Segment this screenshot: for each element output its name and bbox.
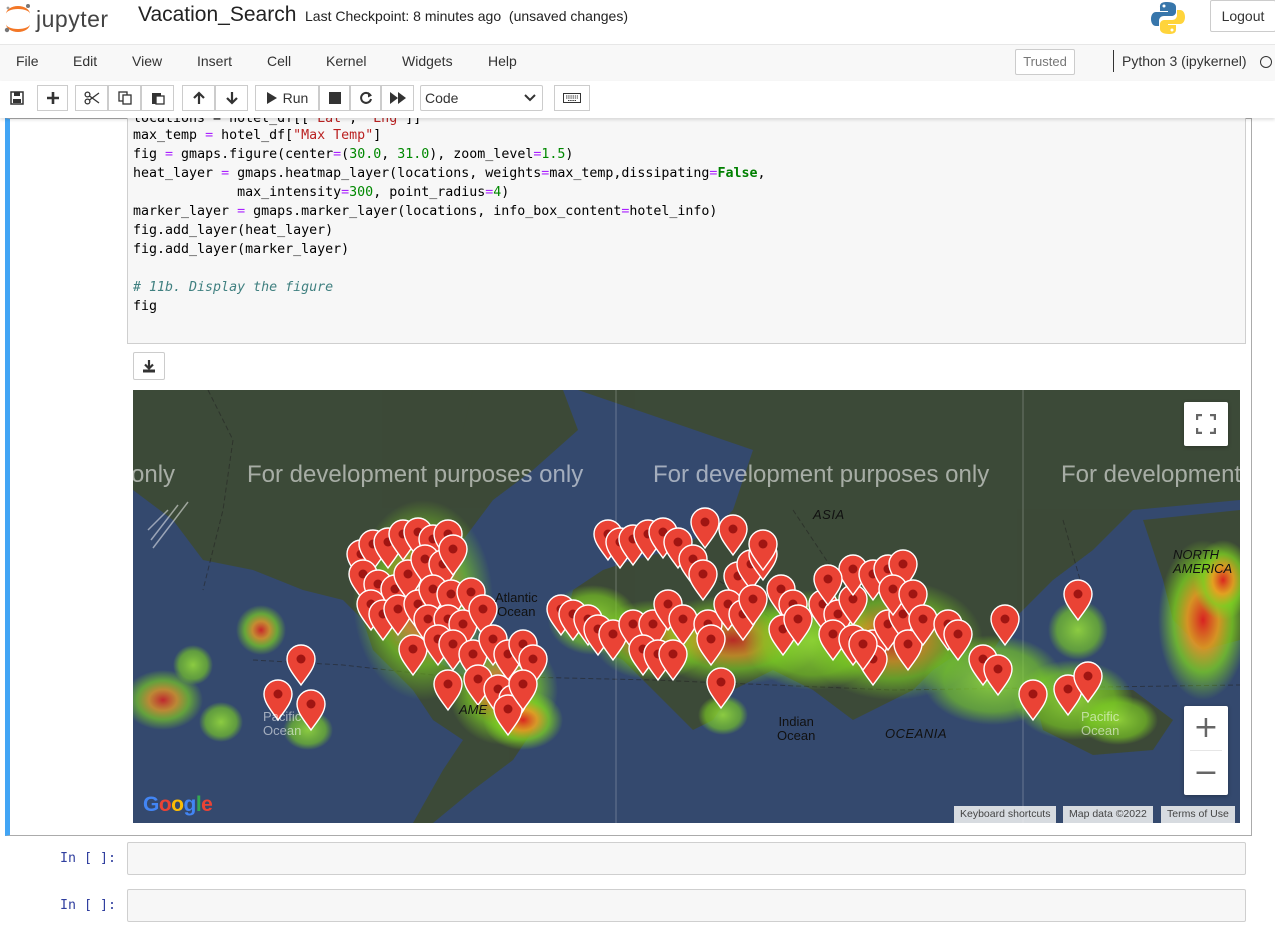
toolbar: Run Code xyxy=(0,81,1275,118)
code-line-2[interactable]: max_temp = hotel_df["Max Temp"] xyxy=(133,126,381,145)
jupyter-logo[interactable]: jupyter xyxy=(2,2,122,33)
python-logo-icon xyxy=(1151,2,1185,34)
menu-file[interactable]: File xyxy=(16,53,39,69)
code-line-11[interactable]: fig xyxy=(133,297,157,316)
checkpoint-status: Last Checkpoint: 8 minutes ago (unsaved … xyxy=(305,8,628,24)
label-north-america: NORTH AMERICA xyxy=(1173,547,1233,576)
label-south-america: AME xyxy=(459,702,488,717)
command-palette-button[interactable] xyxy=(554,85,590,111)
cut-icon xyxy=(83,91,99,105)
paste-icon xyxy=(151,93,165,105)
map-watermark-left: only xyxy=(133,461,176,488)
move-down-button[interactable] xyxy=(215,85,248,111)
menu-insert[interactable]: Insert xyxy=(197,53,232,69)
map-canvas[interactable] xyxy=(133,390,1240,823)
map-watermark-right: For development xyxy=(1061,461,1240,488)
move-down-icon xyxy=(225,92,238,105)
map-watermark: For development purposes only xyxy=(653,461,990,488)
chevron-down-icon xyxy=(524,94,536,102)
run-button[interactable]: Run xyxy=(255,85,319,111)
label-atlantic-ocean: Atlantic Ocean xyxy=(495,590,538,619)
keyboard-shortcuts-link[interactable]: Keyboard shortcuts xyxy=(954,806,1057,823)
copy-button[interactable] xyxy=(108,85,141,111)
label-pacific-ocean-left: Pacific Ocean xyxy=(263,709,302,738)
notebook-header: jupyter Vacation_Search Last Checkpoint:… xyxy=(0,0,1275,44)
checkpoint-text: Last Checkpoint: 8 minutes ago xyxy=(305,8,502,24)
fullscreen-button[interactable] xyxy=(1184,402,1228,446)
code-line-8[interactable]: fig.add_layer(marker_layer) xyxy=(133,240,349,259)
label-oceania: OCEANIA xyxy=(885,726,948,741)
save-icon xyxy=(10,91,24,105)
cell-prompt: In [ ]: xyxy=(60,898,117,913)
add-icon xyxy=(46,92,59,104)
label-pacific-ocean-right: Pacific Ocean xyxy=(1081,709,1120,738)
empty-code-cell[interactable] xyxy=(127,842,1246,875)
code-line-5[interactable]: max_intensity=300, point_radius=4) xyxy=(133,183,509,202)
menu-view[interactable]: View xyxy=(132,53,162,69)
menu-kernel[interactable]: Kernel xyxy=(326,53,366,69)
map-data-attribution[interactable]: Map data ©2022 xyxy=(1063,806,1153,823)
fullscreen-icon xyxy=(1196,414,1216,434)
label-indian-ocean: Indian Ocean xyxy=(777,714,816,743)
jupyter-logo-icon xyxy=(4,4,30,33)
paste-button[interactable] xyxy=(141,85,174,111)
autosave-status: (unsaved changes) xyxy=(508,8,628,24)
menu-help[interactable]: Help xyxy=(488,53,517,69)
move-up-icon xyxy=(192,91,205,104)
kernel-idle-icon xyxy=(1260,56,1272,68)
copy-icon xyxy=(117,91,132,105)
empty-code-cell[interactable] xyxy=(127,889,1246,922)
download-icon xyxy=(143,360,155,373)
zoom-in-button[interactable]: + xyxy=(1184,706,1228,750)
menubar: File Edit View Insert Cell Kernel Widget… xyxy=(0,44,1275,82)
notebook-name[interactable]: Vacation_Search xyxy=(138,3,296,27)
save-button[interactable] xyxy=(4,85,30,111)
download-map-button[interactable] xyxy=(133,352,165,380)
code-line-7[interactable]: fig.add_layer(heat_layer) xyxy=(133,221,333,240)
move-up-button[interactable] xyxy=(182,85,215,111)
fast-forward-icon xyxy=(389,92,406,104)
zoom-out-button[interactable]: − xyxy=(1184,751,1228,795)
logout-button[interactable]: Logout xyxy=(1210,0,1275,32)
restart-run-all-button[interactable] xyxy=(381,85,414,111)
cut-button[interactable] xyxy=(75,85,108,111)
stop-icon xyxy=(328,92,341,104)
menu-cell[interactable]: Cell xyxy=(267,53,291,69)
restart-icon xyxy=(359,91,372,104)
map-watermark: For development purposes only xyxy=(247,461,584,488)
keyboard-icon xyxy=(563,93,581,103)
menu-edit[interactable]: Edit xyxy=(73,53,97,69)
notebook-container[interactable]: locations = hotel_df[["Lat", "Lng"]] max… xyxy=(0,118,1275,925)
code-line-4[interactable]: heat_layer = gmaps.heatmap_layer(locatio… xyxy=(133,164,765,183)
terms-of-use-link[interactable]: Terms of Use xyxy=(1161,806,1235,823)
menu-widgets[interactable]: Widgets xyxy=(402,53,453,69)
restart-button[interactable] xyxy=(350,85,381,111)
trusted-indicator[interactable]: Trusted xyxy=(1015,49,1075,75)
zoom-control: + − xyxy=(1184,706,1228,795)
code-line-3[interactable]: fig = gmaps.figure(center=(30.0, 31.0), … xyxy=(133,145,573,164)
label-asia: ASIA xyxy=(813,507,845,522)
gmaps-figure[interactable]: only For development purposes only For d… xyxy=(133,390,1240,823)
cell-prompt: In [ ]: xyxy=(60,851,117,866)
kernel-name[interactable]: Python 3 (ipykernel) xyxy=(1113,50,1247,72)
run-label: Run xyxy=(282,90,309,106)
cell-type-select[interactable]: Code xyxy=(420,85,543,111)
cell-type-value: Code xyxy=(425,90,459,106)
google-logo[interactable]: Google xyxy=(143,793,213,817)
interrupt-button[interactable] xyxy=(319,85,350,111)
code-line-6[interactable]: marker_layer = gmaps.marker_layer(locati… xyxy=(133,202,717,221)
jupyter-logo-text: jupyter xyxy=(36,6,109,32)
code-line-10[interactable]: # 11b. Display the figure xyxy=(133,278,333,297)
insert-cell-button[interactable] xyxy=(37,85,68,111)
run-icon xyxy=(266,92,277,104)
